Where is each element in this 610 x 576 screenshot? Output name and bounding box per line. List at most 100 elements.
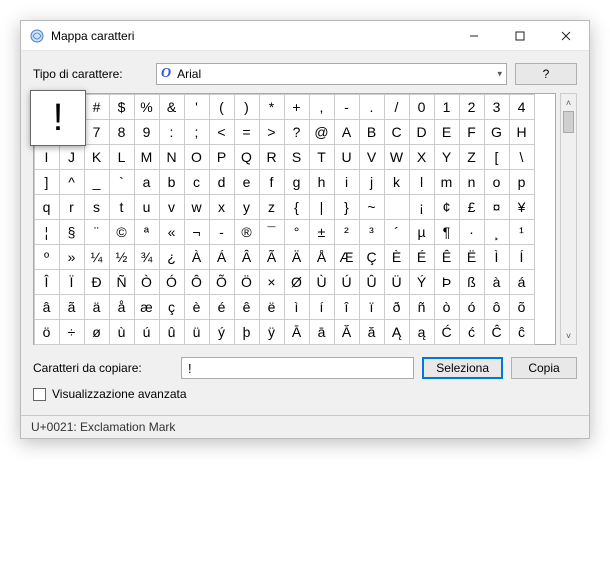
char-cell[interactable]: t (109, 194, 135, 220)
char-cell[interactable]: E (434, 119, 460, 145)
char-cell[interactable]: = (234, 119, 260, 145)
char-cell[interactable]: Y (434, 144, 460, 170)
char-cell[interactable]: z (259, 194, 285, 220)
char-cell[interactable]: J (59, 144, 85, 170)
char-cell[interactable]: % (134, 94, 160, 120)
char-cell[interactable]: § (59, 219, 85, 245)
char-cell[interactable]: ô (484, 294, 510, 320)
char-cell[interactable]: Õ (209, 269, 235, 295)
char-cell[interactable]: « (159, 219, 185, 245)
char-cell[interactable]: £ (459, 194, 485, 220)
char-cell[interactable]: : (159, 119, 185, 145)
char-cell[interactable]: ¨ (84, 219, 110, 245)
char-cell[interactable]: ë (259, 294, 285, 320)
char-cell[interactable]: ´ (384, 219, 410, 245)
char-cell[interactable]: G (484, 119, 510, 145)
char-cell[interactable]: ö (34, 319, 60, 345)
char-cell[interactable]: M (134, 144, 160, 170)
char-cell[interactable]: ¤ (484, 194, 510, 220)
char-cell[interactable]: º (34, 244, 60, 270)
char-cell[interactable]: & (159, 94, 185, 120)
char-cell[interactable]: S (284, 144, 310, 170)
char-cell[interactable]: Ý (409, 269, 435, 295)
char-cell[interactable]: ã (59, 294, 85, 320)
char-cell[interactable]: Ä (284, 244, 310, 270)
char-cell[interactable]: ' (184, 94, 210, 120)
char-cell[interactable]: Q (234, 144, 260, 170)
char-cell[interactable]: F (459, 119, 485, 145)
char-cell[interactable]: × (259, 269, 285, 295)
char-cell[interactable]: Ù (309, 269, 335, 295)
advanced-checkbox[interactable] (33, 388, 46, 401)
copy-button[interactable]: Copia (511, 357, 577, 379)
char-cell[interactable]: A (334, 119, 360, 145)
select-button[interactable]: Seleziona (422, 357, 503, 379)
char-cell[interactable]: ä (84, 294, 110, 320)
char-cell[interactable]: Ą (384, 319, 410, 345)
char-cell[interactable]: ă (359, 319, 385, 345)
char-cell[interactable]: µ (409, 219, 435, 245)
char-cell[interactable]: r (59, 194, 85, 220)
char-cell[interactable]: ú (134, 319, 160, 345)
char-cell[interactable]: Ë (459, 244, 485, 270)
char-cell[interactable]: ß (459, 269, 485, 295)
char-cell[interactable]: g (284, 169, 310, 195)
scroll-track[interactable] (561, 111, 576, 327)
char-cell[interactable]: l (409, 169, 435, 195)
char-cell[interactable]: · (459, 219, 485, 245)
char-cell[interactable]: q (34, 194, 60, 220)
char-cell[interactable]: Ĉ (484, 319, 510, 345)
char-cell[interactable]: U (334, 144, 360, 170)
char-cell[interactable]: / (384, 94, 410, 120)
maximize-button[interactable] (497, 21, 543, 51)
char-cell[interactable]: ½ (109, 244, 135, 270)
char-cell[interactable]: À (184, 244, 210, 270)
char-cell[interactable]: u (134, 194, 160, 220)
char-cell[interactable]: i (334, 169, 360, 195)
char-cell[interactable]: ÷ (59, 319, 85, 345)
char-cell[interactable]: È (384, 244, 410, 270)
char-cell[interactable]: Å (309, 244, 335, 270)
char-cell[interactable]: N (159, 144, 185, 170)
char-cell[interactable]: ą (409, 319, 435, 345)
char-cell[interactable]: Ø (284, 269, 310, 295)
char-cell[interactable]: ç (159, 294, 185, 320)
char-cell[interactable]: ĉ (509, 319, 535, 345)
char-cell[interactable]: ¿ (159, 244, 185, 270)
help-button[interactable]: ? (515, 63, 577, 85)
char-cell[interactable]: ð (384, 294, 410, 320)
char-cell[interactable]: * (259, 94, 285, 120)
char-cell[interactable]: Í (509, 244, 535, 270)
copy-input[interactable]: ! (181, 357, 414, 379)
char-cell[interactable]: Ć (434, 319, 460, 345)
char-cell[interactable]: Û (359, 269, 385, 295)
char-cell[interactable]: s (84, 194, 110, 220)
char-cell[interactable]: k (384, 169, 410, 195)
char-cell[interactable]: â (34, 294, 60, 320)
char-cell[interactable]: Ô (184, 269, 210, 295)
char-cell[interactable]: C (384, 119, 410, 145)
char-cell[interactable]: T (309, 144, 335, 170)
char-cell[interactable]: ² (334, 219, 360, 245)
vertical-scrollbar[interactable]: ˄ ˅ (560, 93, 577, 345)
char-cell[interactable]: É (409, 244, 435, 270)
char-cell[interactable]: Ì (484, 244, 510, 270)
char-cell[interactable]: j (359, 169, 385, 195)
char-cell[interactable]: @ (309, 119, 335, 145)
char-cell[interactable]: $ (109, 94, 135, 120)
char-cell[interactable]: c (184, 169, 210, 195)
char-cell[interactable]: î (334, 294, 360, 320)
char-cell[interactable]: Ó (159, 269, 185, 295)
char-cell[interactable]: à (484, 269, 510, 295)
char-cell[interactable]: ± (309, 219, 335, 245)
char-cell[interactable]: O (184, 144, 210, 170)
char-cell[interactable]: > (259, 119, 285, 145)
char-cell[interactable]: 2 (459, 94, 485, 120)
char-cell[interactable]: © (109, 219, 135, 245)
scroll-thumb[interactable] (563, 111, 574, 133)
char-cell[interactable]: < (209, 119, 235, 145)
char-cell[interactable]: L (109, 144, 135, 170)
char-cell[interactable]: Á (209, 244, 235, 270)
char-cell[interactable]: \ (509, 144, 535, 170)
char-cell[interactable]: ø (84, 319, 110, 345)
